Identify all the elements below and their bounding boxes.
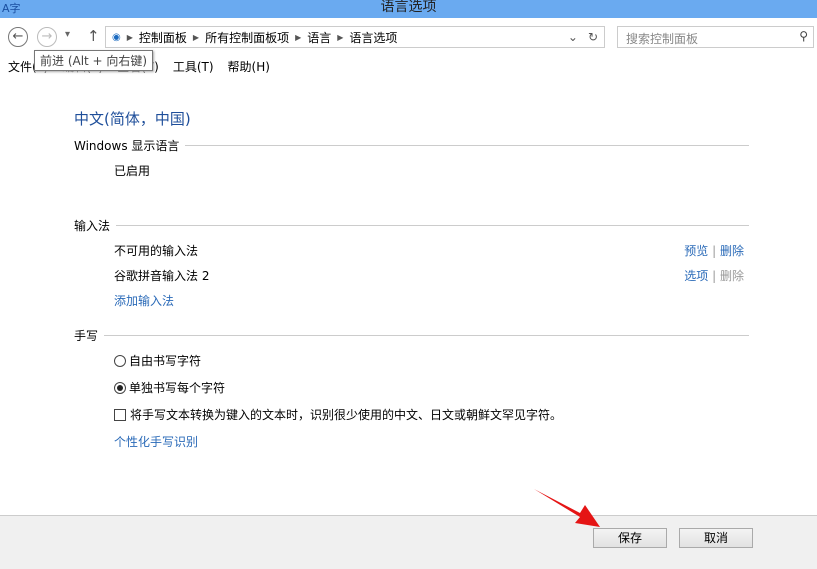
- radio-single-character[interactable]: 单独书写每个字符: [114, 379, 225, 396]
- radio-label: 自由书写字符: [129, 354, 202, 368]
- remove-link-disabled: 删除: [719, 269, 744, 283]
- breadcrumb-item[interactable]: 控制面板: [139, 29, 187, 46]
- tooltip: 前进 (Alt + 向右键): [34, 50, 154, 71]
- search-input[interactable]: 搜索控制面板 ⚲: [617, 26, 814, 48]
- remove-link[interactable]: 删除: [720, 244, 744, 258]
- radio-label: 单独书写每个字符: [129, 381, 226, 395]
- display-language-status: 已启用: [114, 164, 151, 178]
- section-header: Windows 显示语言: [74, 139, 180, 153]
- radio-freeform[interactable]: 自由书写字符: [114, 352, 201, 369]
- footer-bar: 保存 取消: [0, 515, 817, 569]
- chevron-right-icon: ▶: [126, 32, 133, 42]
- input-method-name: 谷歌拼音输入法 2: [114, 269, 210, 283]
- checkbox[interactable]: [114, 409, 126, 421]
- section-input-method: 输入法: [74, 217, 749, 234]
- page-title: 中文(简体，中国): [74, 110, 191, 128]
- section-header: 手写: [74, 329, 99, 343]
- options-link[interactable]: 选项: [684, 269, 708, 283]
- input-method-actions: 预览 | 删除: [684, 244, 744, 258]
- title-bar: A字 语言选项: [0, 0, 817, 18]
- back-button[interactable]: ←: [8, 27, 28, 47]
- refresh-icon[interactable]: ↻: [588, 30, 598, 44]
- chevron-right-icon: ▶: [192, 32, 200, 42]
- search-placeholder: 搜索控制面板: [626, 32, 699, 46]
- preview-link[interactable]: 预览: [684, 244, 708, 258]
- red-arrow-annotation: [534, 489, 600, 527]
- chevron-right-icon: ▶: [337, 32, 344, 42]
- radio-button[interactable]: [114, 355, 126, 367]
- forward-button[interactable]: →: [37, 27, 57, 47]
- breadcrumb-item[interactable]: 所有控制面板项: [205, 29, 289, 46]
- personalize-handwriting-link[interactable]: 个性化手写识别: [114, 433, 198, 450]
- menu-tools[interactable]: 工具(T): [173, 58, 214, 76]
- checkbox-label: 将手写文本转换为键入的文本时，识别很少使用的中文、日文或朝鲜文罕见字符。: [130, 408, 563, 422]
- language-icon: ◉: [112, 31, 121, 43]
- input-method-name: 不可用的输入法: [114, 244, 199, 258]
- chevron-right-icon: ▶: [295, 32, 302, 42]
- breadcrumb-item[interactable]: 语言: [307, 29, 331, 46]
- menu-help[interactable]: 帮助(H): [228, 58, 270, 76]
- chevron-down-icon[interactable]: ⌄: [568, 30, 578, 44]
- recent-pages-dropdown-icon[interactable]: ▾: [65, 29, 70, 40]
- section-handwriting: 手写: [74, 327, 749, 344]
- address-bar[interactable]: ◉ ▶ 控制面板 ▶ 所有控制面板项 ▶ 语言 ▶ 语言选项 ⌄ ↻: [105, 26, 605, 48]
- input-method-actions: 选项 | 删除: [684, 269, 744, 283]
- cancel-button[interactable]: 取消: [679, 528, 753, 548]
- section-display-language: Windows 显示语言: [74, 137, 749, 154]
- up-button[interactable]: ↑: [87, 27, 100, 45]
- search-icon[interactable]: ⚲: [799, 29, 808, 43]
- section-header: 输入法: [74, 219, 111, 233]
- rare-characters-checkbox[interactable]: 将手写文本转换为键入的文本时，识别很少使用的中文、日文或朝鲜文罕见字符。: [114, 406, 562, 423]
- add-input-method-link[interactable]: 添加输入法: [114, 292, 174, 309]
- window-title: 语言选项: [380, 0, 437, 15]
- breadcrumb-item[interactable]: 语言选项: [349, 29, 397, 46]
- radio-button-selected[interactable]: [114, 382, 126, 394]
